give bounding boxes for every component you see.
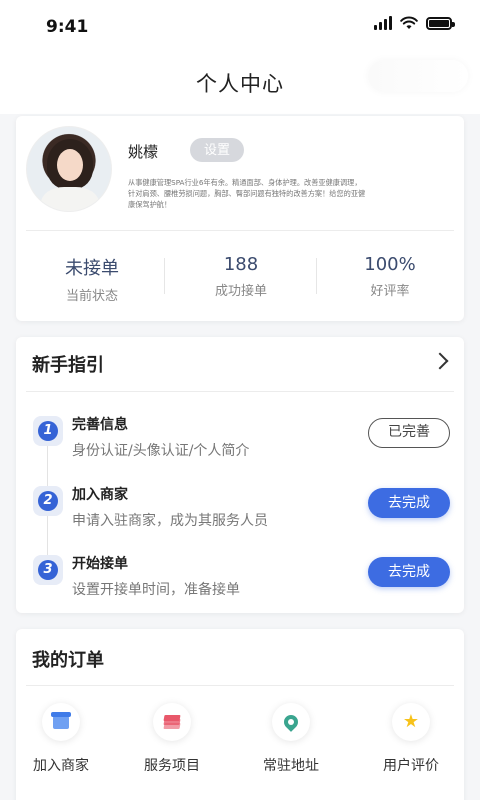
stat-value: 100% <box>364 254 416 275</box>
completed-button[interactable]: 已完善 <box>368 418 450 448</box>
step-description: 设置开接单时间，准备接单 <box>72 582 240 598</box>
go-complete-button[interactable]: 去完成 <box>368 488 450 518</box>
star-icon: ★ <box>392 703 430 741</box>
step-number-icon: 2 <box>33 486 63 516</box>
settings-button[interactable]: 设置 <box>190 138 244 162</box>
orders-title: 我的订单 <box>32 650 104 671</box>
stat-rating: 100% 好评率 <box>330 254 450 299</box>
status-icons <box>374 16 455 30</box>
order-entry-service-items[interactable]: 服务项目 <box>117 703 227 775</box>
profile-bio: 从事健康管理SPA行业6年有余。精通面部、身体护理。改善亚健康调理，针对肩颈、腰… <box>128 178 366 209</box>
step-title: 加入商家 <box>72 487 128 503</box>
step-description: 身份认证/头像认证/个人简介 <box>72 443 250 459</box>
guide-step: 3 开始接单 设置开接单时间，准备接单 去完成 <box>16 553 464 603</box>
entry-label: 加入商家 <box>33 758 89 774</box>
layers-icon <box>153 703 191 741</box>
order-entry-reviews[interactable]: ★ 用户评价 <box>356 703 466 775</box>
stat-value: 188 <box>223 254 259 275</box>
order-entry-address[interactable]: 常驻地址 <box>236 703 346 775</box>
avatar[interactable] <box>26 126 112 212</box>
step-title: 开始接单 <box>72 556 128 572</box>
order-entry-join-merchant[interactable]: 加入商家 <box>6 703 116 775</box>
stat-label: 成功接单 <box>214 284 267 299</box>
stat-divider <box>164 258 165 294</box>
stat-status: 未接单 当前状态 <box>32 254 152 304</box>
entry-label: 服务项目 <box>144 758 200 774</box>
profile-card: 姚檬 设置 从事健康管理SPA行业6年有余。精通面部、身体护理。改善亚健康调理，… <box>16 116 464 321</box>
page-header: 个人中心 <box>0 52 480 114</box>
status-time: 9:41 <box>46 17 89 37</box>
guide-title: 新手指引 <box>32 355 104 376</box>
step-title: 完善信息 <box>72 417 128 433</box>
wifi-icon <box>400 16 418 29</box>
battery-icon <box>426 16 455 30</box>
entry-label: 常驻地址 <box>263 758 319 774</box>
profile-name: 姚檬 <box>128 143 159 161</box>
step-number-icon: 1 <box>33 416 63 446</box>
stat-success-orders: 188 成功接单 <box>181 254 301 299</box>
signal-icon <box>374 16 392 30</box>
divider <box>26 230 454 231</box>
divider <box>26 391 454 392</box>
status-bar: 9:41 <box>0 0 480 52</box>
my-orders-card: 我的订单 加入商家 服务项目 常驻地址 ★ 用户评价 <box>16 629 464 800</box>
step-description: 申请入驻商家，成为其服务人员 <box>72 513 268 529</box>
stat-label: 好评率 <box>370 284 410 299</box>
step-number-icon: 3 <box>33 555 63 585</box>
chevron-right-icon[interactable] <box>431 352 449 370</box>
stat-value: 未接单 <box>65 258 119 279</box>
stat-divider <box>316 258 317 294</box>
divider <box>26 685 454 686</box>
guide-step: 2 加入商家 申请入驻商家，成为其服务人员 去完成 <box>16 484 464 534</box>
header-capsule <box>368 60 468 92</box>
entry-label: 用户评价 <box>383 758 439 774</box>
location-pin-icon <box>272 703 310 741</box>
guide-step: 1 完善信息 身份认证/头像认证/个人简介 已完善 <box>16 414 464 464</box>
go-complete-button[interactable]: 去完成 <box>368 557 450 587</box>
stat-label: 当前状态 <box>65 289 118 304</box>
shop-icon <box>42 703 80 741</box>
newbie-guide-card: 新手指引 1 完善信息 身份认证/头像认证/个人简介 已完善 2 加入商家 申请… <box>16 337 464 613</box>
